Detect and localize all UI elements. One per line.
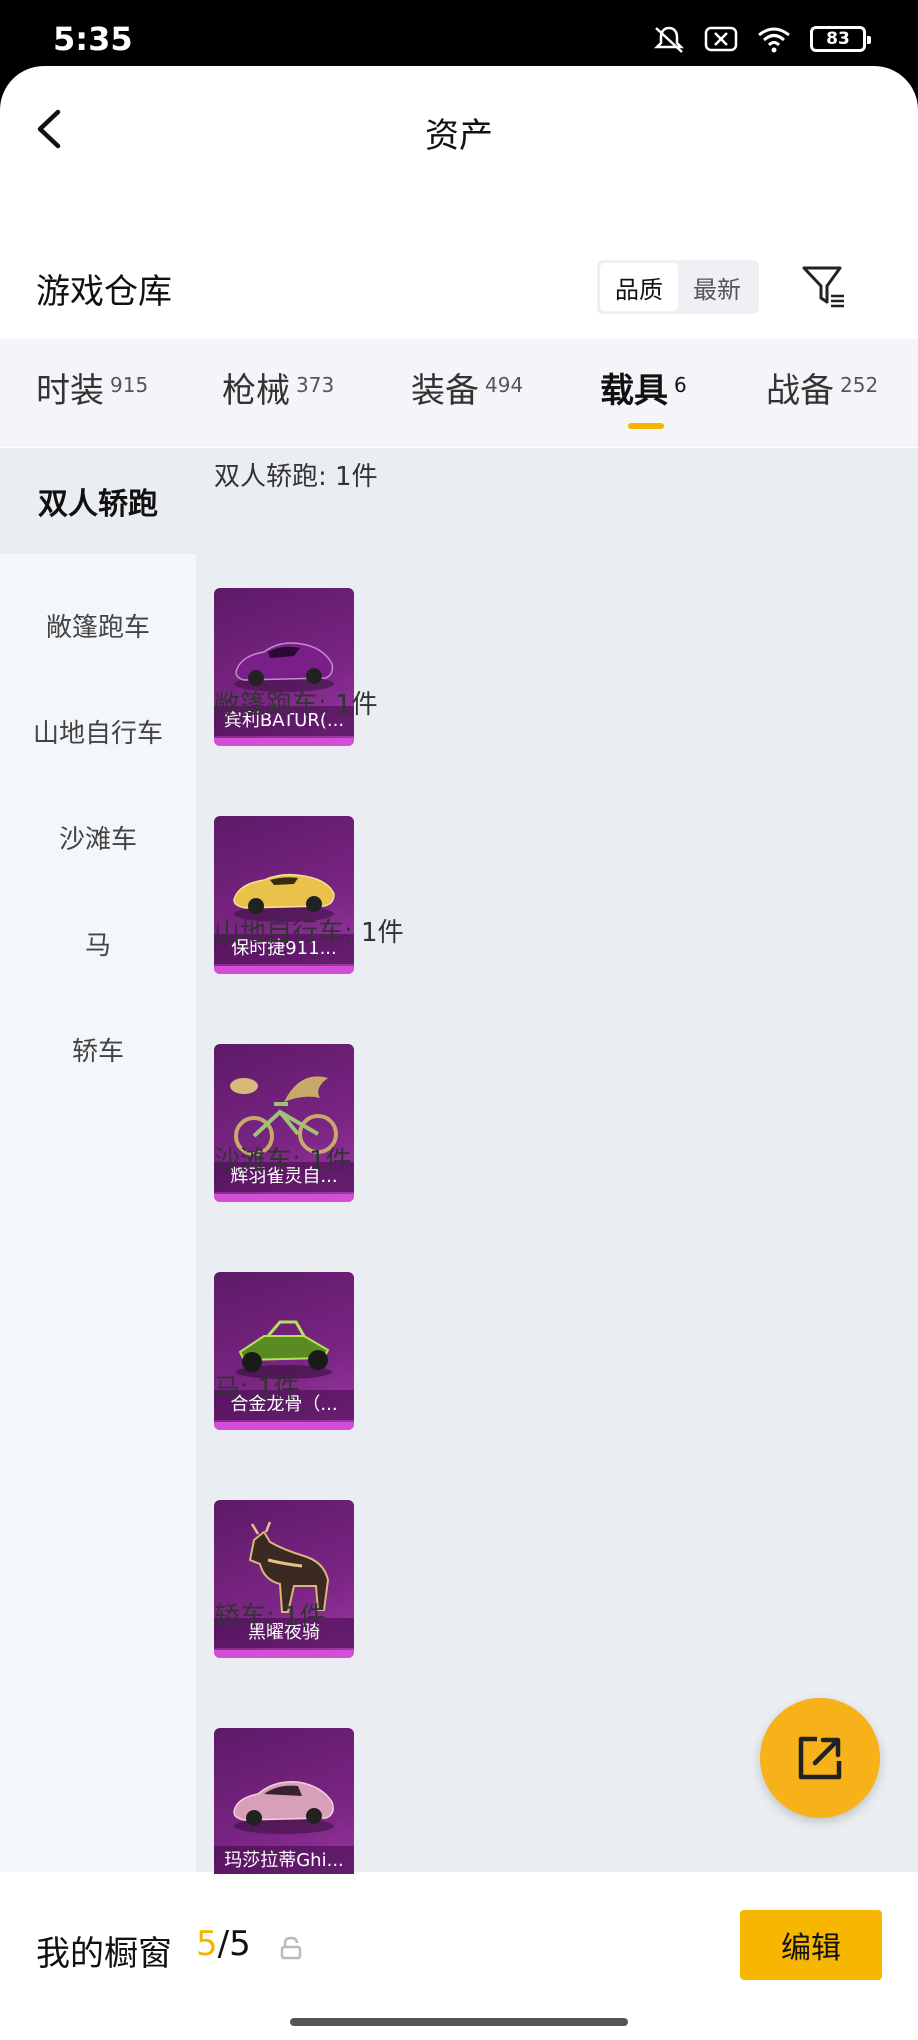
rarity-bar [214, 1194, 354, 1202]
tab-count: 6 [674, 373, 687, 397]
rarity-bar [214, 1650, 354, 1658]
item-card[interactable]: 玛莎拉蒂Ghi... [214, 1728, 354, 1886]
nav-bar: 资产 [0, 66, 918, 196]
home-indicator[interactable] [290, 2018, 628, 2026]
filter-icon[interactable] [800, 262, 848, 310]
item-card[interactable]: 宾利BATUR(... [214, 588, 354, 746]
content-area: 双人轿跑 敞篷跑车 山地自行车 沙滩车 马 轿车 双人轿跑: 1件 宾利BATU… [0, 448, 918, 1886]
sidebar-item-convertible[interactable]: 敞篷跑车 [0, 572, 196, 678]
status-icons: 83 [652, 24, 871, 54]
item-card[interactable]: 合金龙骨（... [214, 1272, 354, 1430]
mute-icon [653, 26, 685, 53]
showcase-bar: 我的橱窗 5/5 编辑 [0, 1874, 918, 2040]
subcategory-sidebar: 双人轿跑 敞篷跑车 山地自行车 沙滩车 马 轿车 [0, 448, 196, 1872]
tab-vehicles[interactable]: 载具 6 [600, 363, 687, 412]
item-card[interactable]: 辉羽雀灵自... [214, 1044, 354, 1202]
showcase-count: 5/5 [196, 1924, 251, 1964]
pink-sedan-icon [233, 1781, 334, 1834]
tab-count: 252 [840, 373, 879, 397]
sidebar-item-buggy[interactable]: 沙滩车 [0, 784, 196, 890]
tab-label: 战备 [766, 371, 834, 411]
tab-guns[interactable]: 枪械 373 [222, 363, 334, 412]
lock-icon [280, 1936, 302, 1960]
sort-toggle: 品质 最新 [597, 260, 759, 314]
group-title: 山地自行车: 1件 [214, 918, 404, 948]
item-list: 双人轿跑: 1件 宾利BATUR(... 敞篷跑车: 1件 保时捷911... … [196, 448, 918, 1886]
group-title: 敞篷跑车: 1件 [214, 690, 378, 720]
tab-count: 915 [110, 373, 149, 397]
group-title: 轿车: 1件 [214, 1602, 326, 1632]
share-fab-button[interactable] [760, 1698, 880, 1818]
sidebar-item-coupe[interactable]: 双人轿跑 [0, 448, 196, 554]
sort-newest-button[interactable]: 最新 [678, 263, 756, 311]
external-link-icon [798, 1736, 842, 1780]
group-title: 双人轿跑: 1件 [214, 462, 378, 492]
item-card[interactable]: 保时捷911... [214, 816, 354, 974]
status-time: 5:35 [53, 20, 133, 58]
app-screen: 资产 游戏仓库 品质 最新 时装 915 枪械 373 装备 494 载具 6 … [0, 66, 918, 2040]
section-title: 游戏仓库 [36, 272, 172, 312]
showcase-total: /5 [217, 1924, 251, 1964]
group-title: 沙滩车: 1件 [214, 1146, 352, 1176]
status-bar: 5:35 83 [0, 0, 918, 70]
showcase-label: 我的橱窗 [36, 1934, 172, 1974]
rarity-bar [214, 738, 354, 746]
tab-fashion[interactable]: 时装 915 [36, 363, 148, 412]
tab-supplies[interactable]: 战备 252 [766, 363, 878, 412]
battery-icon: 83 [810, 26, 871, 52]
tab-count: 494 [485, 373, 524, 397]
sidebar-item-horse[interactable]: 马 [0, 890, 196, 996]
tab-label: 装备 [411, 371, 479, 411]
tab-label: 载具 [600, 371, 668, 411]
showcase-current: 5 [196, 1924, 218, 1964]
rarity-bar [214, 966, 354, 974]
sim-off-icon [704, 26, 738, 52]
tab-equipment[interactable]: 装备 494 [411, 363, 523, 412]
wifi-icon [758, 27, 790, 53]
edit-button[interactable]: 编辑 [740, 1910, 882, 1980]
tab-count: 373 [296, 373, 335, 397]
page-title: 资产 [425, 116, 493, 156]
sidebar-item-mountain-bike[interactable]: 山地自行车 [0, 678, 196, 784]
sort-quality-button[interactable]: 品质 [600, 263, 678, 311]
tab-label: 时装 [36, 371, 104, 411]
item-name: 玛莎拉蒂Ghi... [214, 1846, 354, 1876]
category-tabs: 时装 915 枪械 373 装备 494 载具 6 战备 252 [0, 339, 918, 447]
tab-label: 枪械 [222, 371, 290, 411]
item-card[interactable]: 黑曜夜骑 [214, 1500, 354, 1658]
rarity-bar [214, 1422, 354, 1430]
group-title: 马: 1件 [214, 1374, 300, 1404]
sidebar-item-sedan[interactable]: 轿车 [0, 996, 196, 1102]
active-tab-indicator [628, 423, 664, 429]
